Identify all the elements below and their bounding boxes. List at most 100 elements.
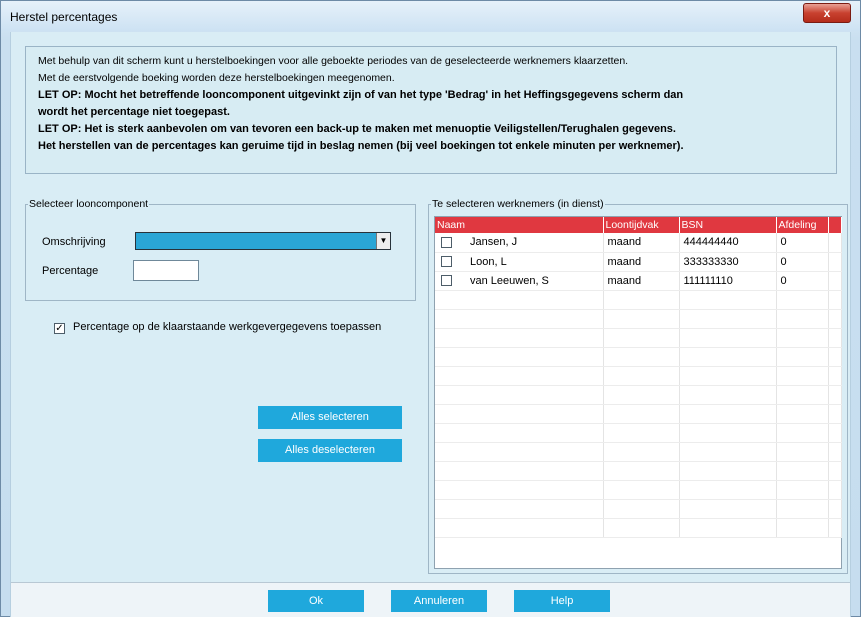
percentage-label: Percentage <box>42 265 99 277</box>
info-warning: LET OP: Het is sterk aanbevolen om van t… <box>38 123 676 135</box>
empty-cell <box>435 347 604 367</box>
table-header-row: Naam Loontijdvak BSN Afdeling <box>435 217 842 233</box>
info-panel: Met behulp van dit scherm kunt u herstel… <box>25 46 837 174</box>
empty-row <box>435 461 842 481</box>
empty-cell <box>435 366 604 386</box>
select-all-button[interactable]: Alles selecteren <box>258 406 402 429</box>
cell-naam: van Leeuwen, S <box>435 271 604 291</box>
chevron-down-icon[interactable]: ▼ <box>376 233 390 249</box>
cell-naam: Loon, L <box>435 252 604 272</box>
empty-cell <box>776 423 829 443</box>
empty-row <box>435 404 842 424</box>
employee-name: Loon, L <box>470 255 507 268</box>
omschrijving-dropdown[interactable]: ▼ <box>135 232 391 250</box>
empty-row <box>435 328 842 348</box>
info-warning: wordt het percentage niet toegepast. <box>38 106 230 118</box>
empty-cell <box>828 423 842 443</box>
empty-cell <box>603 328 680 348</box>
row-checkbox[interactable] <box>441 256 452 268</box>
empty-cell <box>776 442 829 462</box>
empty-row <box>435 499 842 519</box>
empty-cell <box>776 290 829 310</box>
row-checkbox[interactable] <box>441 275 452 287</box>
empty-cell <box>435 518 604 538</box>
employee-name: van Leeuwen, S <box>470 274 549 287</box>
cancel-button[interactable]: Annuleren <box>391 590 487 612</box>
empty-cell <box>679 309 777 329</box>
empty-cell <box>435 290 604 310</box>
close-button[interactable]: x <box>803 3 851 23</box>
cell-loontijdvak: maand <box>603 233 680 253</box>
info-line: Met de eerstvolgende boeking worden deze… <box>38 72 395 84</box>
empty-row <box>435 366 842 386</box>
empty-row <box>435 309 842 329</box>
empty-cell <box>776 328 829 348</box>
cell-filler <box>828 252 842 272</box>
cell-afdeling: 0 <box>776 252 829 272</box>
cell-bsn: 333333330 <box>679 252 777 272</box>
close-icon: x <box>823 6 831 20</box>
empty-cell <box>828 518 842 538</box>
empty-cell <box>603 347 680 367</box>
empty-cell <box>603 404 680 424</box>
empty-cell <box>603 290 680 310</box>
empty-cell <box>435 309 604 329</box>
help-button[interactable]: Help <box>514 590 610 612</box>
employee-name: Jansen, J <box>470 236 518 249</box>
deselect-all-button[interactable]: Alles deselecteren <box>258 439 402 462</box>
cell-afdeling: 0 <box>776 271 829 291</box>
dialog-window: Herstel percentages x Met behulp van dit… <box>0 0 861 617</box>
empty-row <box>435 423 842 443</box>
empty-cell <box>603 442 680 462</box>
empty-cell <box>776 480 829 500</box>
button-bar: Ok Annuleren Help <box>11 582 850 617</box>
cell-loontijdvak: maand <box>603 271 680 291</box>
empty-cell <box>828 290 842 310</box>
empty-cell <box>603 518 680 538</box>
table-row[interactable]: Loon, L maand 333333330 0 <box>435 252 842 272</box>
column-header-naam[interactable]: Naam <box>435 217 604 233</box>
looncomponent-legend: Selecteer looncomponent <box>29 198 149 210</box>
empty-cell <box>776 366 829 386</box>
empty-cell <box>435 423 604 443</box>
empty-cell <box>776 499 829 519</box>
empty-row <box>435 347 842 367</box>
table-row[interactable]: van Leeuwen, S maand 111111110 0 <box>435 271 842 291</box>
column-header-bsn[interactable]: BSN <box>679 217 777 233</box>
cell-naam: Jansen, J <box>435 233 604 253</box>
percentage-input[interactable] <box>133 260 199 281</box>
empty-cell <box>679 347 777 367</box>
empty-cell <box>435 385 604 405</box>
ok-button[interactable]: Ok <box>268 590 364 612</box>
empty-cell <box>776 518 829 538</box>
empty-cell <box>679 290 777 310</box>
apply-checkbox-label[interactable]: Percentage op de klaarstaande werkgeverg… <box>73 321 381 333</box>
empty-cell <box>828 347 842 367</box>
empty-cell <box>435 404 604 424</box>
info-warning: LET OP: Mocht het betreffende looncompon… <box>38 89 684 101</box>
info-line: Met behulp van dit scherm kunt u herstel… <box>38 55 629 67</box>
empty-cell <box>435 461 604 481</box>
column-header-filler <box>828 217 842 233</box>
column-header-afdeling[interactable]: Afdeling <box>776 217 829 233</box>
cell-loontijdvak: maand <box>603 252 680 272</box>
column-header-loontijdvak[interactable]: Loontijdvak <box>603 217 680 233</box>
empty-cell <box>603 366 680 386</box>
empty-cell <box>828 442 842 462</box>
empty-cell <box>776 385 829 405</box>
empty-cell <box>776 309 829 329</box>
employees-table[interactable]: Naam Loontijdvak BSN Afdeling Jansen, J … <box>434 216 842 569</box>
empty-cell <box>679 366 777 386</box>
empty-cell <box>828 461 842 481</box>
info-warning: Het herstellen van de percentages kan ge… <box>38 140 684 152</box>
apply-checkbox[interactable]: ✓ <box>54 323 65 334</box>
empty-cell <box>435 480 604 500</box>
table-row[interactable]: Jansen, J maand 444444440 0 <box>435 233 842 253</box>
cell-afdeling: 0 <box>776 233 829 253</box>
empty-cell <box>776 347 829 367</box>
row-checkbox[interactable] <box>441 236 452 248</box>
title-bar[interactable]: Herstel percentages x <box>1 1 860 31</box>
empty-cell <box>435 499 604 519</box>
empty-row <box>435 290 842 310</box>
empty-cell <box>603 499 680 519</box>
